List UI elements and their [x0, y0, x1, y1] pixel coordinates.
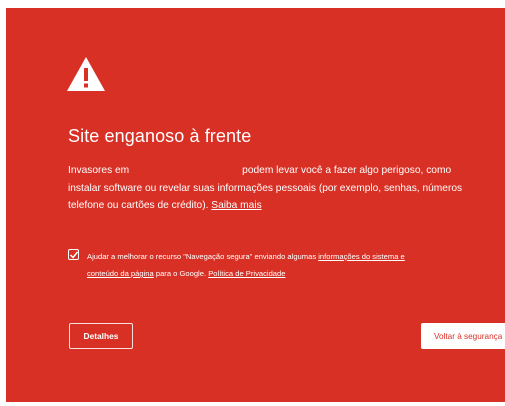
warning-triangle-icon: [67, 57, 105, 91]
description-line-1: Invasores em podem levar você a fazer alg…: [68, 162, 504, 180]
back-to-safety-button[interactable]: Voltar à segurança: [421, 323, 505, 349]
details-button[interactable]: Detalhes: [69, 323, 133, 349]
system-info-link[interactable]: informações do sistema e: [318, 252, 405, 261]
safe-browsing-checkbox[interactable]: [68, 249, 79, 260]
safe-browsing-line-1: Ajudar a melhorar o recurso "Navegação s…: [87, 248, 405, 265]
privacy-policy-link[interactable]: Política de Privacidade: [208, 269, 285, 278]
description-suffix: podem levar você a fazer algo perigoso, …: [242, 165, 452, 176]
description-line-3: telefone ou cartões de crédito). Saiba m…: [68, 197, 504, 215]
page-content-link[interactable]: conteúdo da página: [87, 269, 154, 278]
safe-browsing-line-2: conteúdo da página para o Google. Políti…: [87, 265, 405, 282]
safe-browsing-label: Ajudar a melhorar o recurso "Navegação s…: [87, 248, 405, 282]
description-line-3-text: telefone ou cartões de crédito).: [68, 200, 209, 211]
checkmark-icon: [69, 251, 79, 259]
safe-browsing-text: Ajudar a melhorar o recurso "Navegação s…: [87, 252, 317, 261]
description-line-2: instalar software ou revelar suas inform…: [68, 182, 463, 194]
description-prefix: Invasores em: [68, 165, 130, 176]
browser-viewport: Site enganoso à frente Invasores em podem…: [0, 0, 505, 406]
warning-description: Invasores em podem levar você a fazer alg…: [68, 162, 504, 215]
deceptive-site-interstitial: Site enganoso à frente Invasores em podem…: [6, 8, 505, 402]
learn-more-link[interactable]: Saiba mais: [211, 200, 261, 211]
page-title: Site enganoso à frente: [68, 126, 252, 146]
safe-browsing-text-middle: para o Google.: [155, 269, 207, 278]
